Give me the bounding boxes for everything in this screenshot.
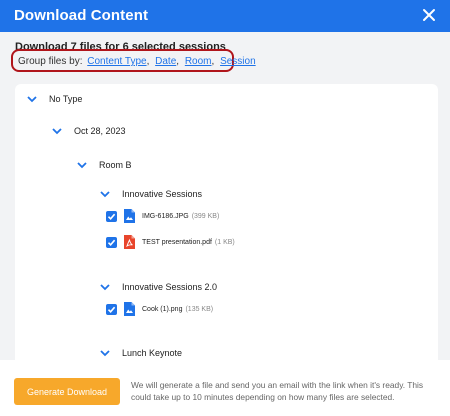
file-checkbox[interactable] — [106, 303, 117, 315]
tree-node-label: Innovative Sessions 2.0 — [122, 282, 218, 292]
file-checkbox[interactable] — [106, 210, 117, 222]
tree-node-label: Innovative Sessions — [122, 189, 203, 199]
group-by-content-type-link[interactable]: Content Type — [87, 56, 146, 67]
file-size: (1 KB) — [214, 238, 235, 246]
group-by-label: Group files by: — [18, 56, 83, 67]
check-icon — [107, 213, 116, 220]
tree-node-date[interactable]: Oct 28, 2023 — [52, 126, 126, 136]
chevron-down-icon[interactable] — [77, 161, 87, 169]
file-checkbox[interactable] — [106, 236, 117, 248]
group-by-room-link[interactable]: Room — [185, 56, 212, 67]
file-size: (399 KB) — [191, 212, 220, 220]
pdf-file-icon — [124, 235, 135, 249]
group-by-bar: Group files by: Content Type, Date, Room… — [11, 49, 256, 72]
chevron-down-icon[interactable] — [27, 95, 37, 103]
file-item[interactable]: IMG-6186.JPG (399 KB) — [106, 209, 219, 223]
chevron-down-icon[interactable] — [100, 349, 110, 357]
modal-footer: Generate Download We will generate a fil… — [0, 360, 450, 416]
group-by-date-link[interactable]: Date — [155, 56, 176, 67]
modal-title: Download Content — [14, 7, 149, 24]
chevron-down-icon[interactable] — [52, 127, 62, 135]
tree-node-session[interactable]: Innovative Sessions 2.0 — [100, 282, 217, 292]
tree-node-label: No Type — [49, 94, 83, 104]
close-icon[interactable] — [420, 6, 438, 24]
modal-body: Download 7 files for 6 selected sessions… — [0, 32, 450, 360]
tree-node-label: Lunch Keynote — [122, 348, 183, 358]
tree-node-label: Oct 28, 2023 — [74, 126, 126, 136]
check-icon — [107, 239, 116, 246]
file-name: IMG-6186.JPG — [142, 212, 189, 220]
chevron-down-icon[interactable] — [100, 190, 110, 198]
file-item[interactable]: Cook (1).png (135 KB) — [106, 302, 213, 316]
tree-node-session[interactable]: Innovative Sessions — [100, 189, 202, 199]
tree-node-label: Room B — [99, 160, 132, 170]
tree-node-type[interactable]: No Type — [27, 94, 82, 104]
chevron-down-icon[interactable] — [100, 283, 110, 291]
image-file-icon — [124, 209, 135, 223]
file-name: Cook (1).png — [142, 305, 183, 313]
modal-header: Download Content — [0, 0, 450, 32]
generate-download-button[interactable]: Generate Download — [14, 378, 120, 405]
file-item[interactable]: TEST presentation.pdf (1 KB) — [106, 235, 235, 249]
file-size: (135 KB) — [185, 305, 214, 313]
check-icon — [107, 306, 116, 313]
image-file-icon — [124, 302, 135, 316]
tree-node-session[interactable]: Lunch Keynote — [100, 348, 182, 358]
tree-node-room[interactable]: Room B — [77, 160, 132, 170]
group-by-session-link[interactable]: Session — [220, 56, 256, 67]
file-name: TEST presentation.pdf — [142, 238, 212, 246]
download-notice: We will generate a file and send you an … — [131, 380, 424, 402]
file-tree: No Type Oct 28, 2023 Room B Innovative S… — [15, 84, 438, 360]
